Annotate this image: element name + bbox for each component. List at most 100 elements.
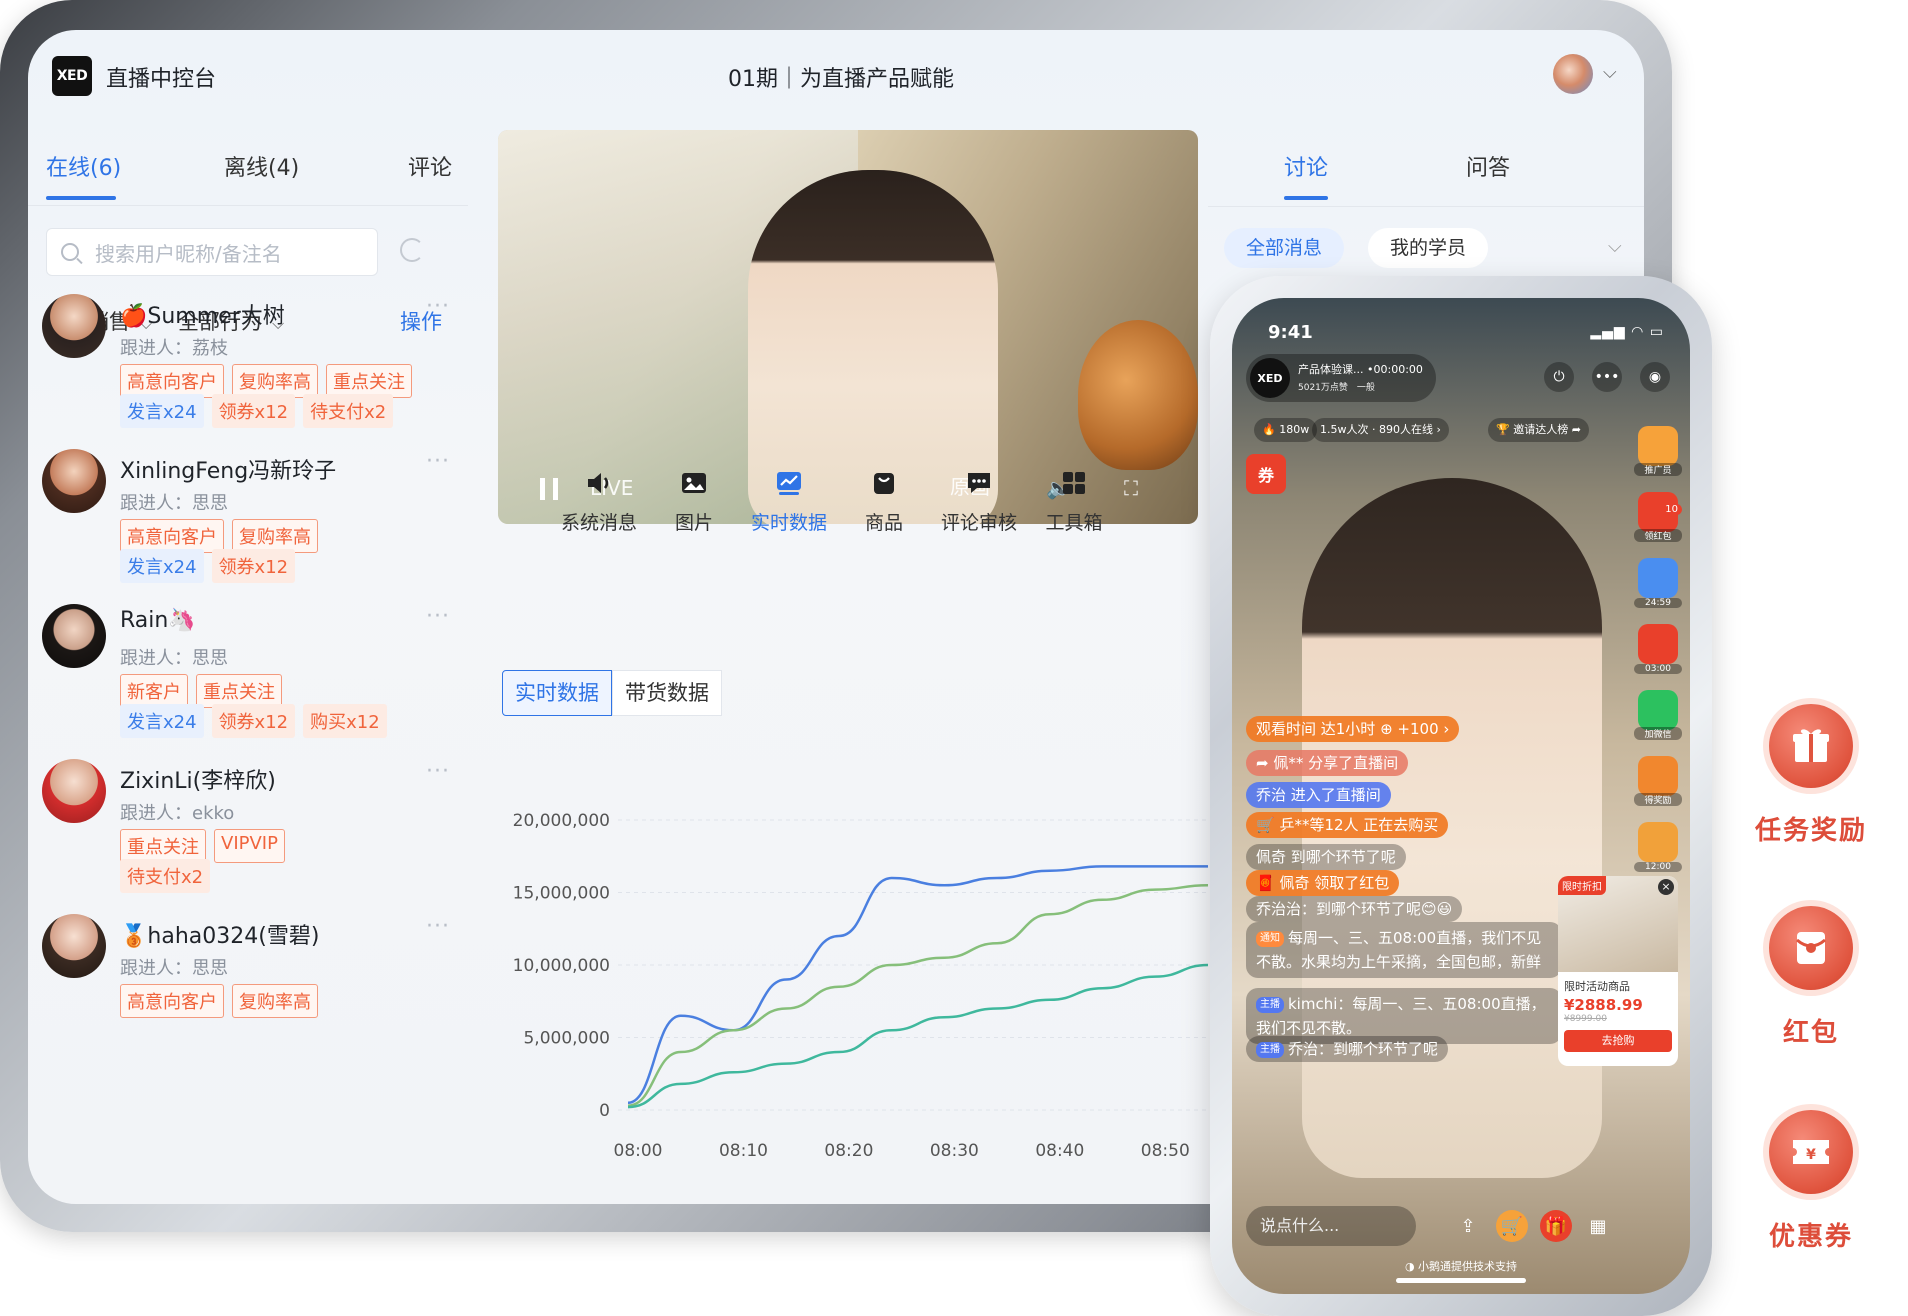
chat-message: 🛒 乒**等12人 正在去购买 <box>1246 812 1449 838</box>
host-timer: •00:00:00 <box>1367 363 1423 376</box>
share-icon[interactable]: ⇪ <box>1452 1210 1484 1242</box>
user-name: Rain🦄 <box>120 608 196 633</box>
side-widget[interactable]: 12:00 <box>1634 822 1682 872</box>
speaker-icon <box>585 470 613 496</box>
tab-discussion[interactable]: 讨论 <box>1284 150 1328 182</box>
user-tag: 领券x12 <box>211 549 296 583</box>
user-name: 🍎Summer大树 <box>120 304 285 329</box>
avatar[interactable] <box>42 449 106 513</box>
more-icon[interactable]: ··· <box>426 294 450 319</box>
close-icon[interactable]: × <box>1658 879 1674 895</box>
x-tick-label: 08:20 <box>824 1141 873 1160</box>
more-icon[interactable]: ··· <box>426 914 450 939</box>
chat-message: ➦ 佩** 分享了直播间 <box>1246 750 1409 776</box>
tool-label: 系统消息 <box>560 512 637 534</box>
avatar[interactable] <box>42 914 106 978</box>
side-widget[interactable]: 24:59 <box>1634 558 1682 608</box>
chevron-down-icon[interactable]: ⌵ <box>1603 62 1617 83</box>
series-line <box>627 884 1209 1107</box>
user-tag: 重点关注 <box>120 829 206 863</box>
invite-label: 邀请达人榜 <box>1513 423 1569 436</box>
avatar[interactable] <box>42 604 106 668</box>
tool-speaker[interactable]: 系统消息 <box>554 470 644 535</box>
side-widget[interactable]: 加微信 <box>1634 690 1682 740</box>
more-icon[interactable]: ··· <box>426 449 450 474</box>
side-widget[interactable]: 得奖励 <box>1634 756 1682 806</box>
fullscreen-icon[interactable]: ⛶ <box>1124 476 1138 500</box>
refresh-icon[interactable] <box>400 238 424 262</box>
segment-sales[interactable]: 带货数据 <box>612 670 722 716</box>
host-chip: 主播 <box>1256 1042 1284 1058</box>
product-tag: 限时折扣 <box>1558 876 1606 895</box>
user-follower: 跟进人：思思 <box>120 493 228 514</box>
user-tag: 复购率高 <box>232 519 318 553</box>
user-name: XinlingFeng冯新玲子 <box>120 459 337 484</box>
search-icon <box>61 243 79 261</box>
search-input[interactable]: 搜索用户昵称/备注名 <box>46 228 378 276</box>
product-price: ¥2888.99 <box>1564 996 1643 1014</box>
tool-label: 评论审核 <box>940 512 1017 534</box>
tool-label: 图片 <box>674 512 713 534</box>
host-name-text: 产品体验课... <box>1298 363 1364 376</box>
pill-all-messages[interactable]: 全部消息 <box>1224 228 1345 268</box>
chevron-down-icon[interactable]: ⌵ <box>1608 236 1622 257</box>
gift-icon[interactable]: 🎁 <box>1540 1210 1572 1242</box>
product-name: 限时活动商品 <box>1564 980 1630 993</box>
feature-coupon: ¥ 优惠券 <box>1736 1110 1886 1253</box>
more-icon[interactable]: ··· <box>426 604 450 629</box>
tool-comment[interactable]: 评论审核 <box>934 470 1024 535</box>
tool-bag[interactable]: 商品 <box>839 470 929 535</box>
view-stat[interactable]: 1.5w人次 · 890人在线 › <box>1312 418 1449 442</box>
cart-icon[interactable]: 🛒 <box>1496 1210 1528 1242</box>
power-icon[interactable]: ⏻ <box>1544 362 1574 392</box>
user-avatar[interactable] <box>1553 54 1593 94</box>
user-tag: 高意向客户 <box>120 519 224 553</box>
live-video[interactable]: LIVE 原画 🔈 ⛶ <box>498 130 1198 524</box>
brand-logo: XED <box>52 56 92 96</box>
product-card[interactable]: 限时折扣 × 限时活动商品 ¥2888.99 ¥8999.00 去抢购 <box>1558 876 1678 1066</box>
tab-offline[interactable]: 离线(4) <box>224 150 299 182</box>
tab-qa[interactable]: 问答 <box>1466 150 1510 182</box>
side-widget[interactable]: 03:00 <box>1634 624 1682 674</box>
segment-realtime[interactable]: 实时数据 <box>502 670 612 716</box>
chart-icon <box>775 470 803 496</box>
tool-grid[interactable]: 工具箱 <box>1029 470 1119 535</box>
tool-image[interactable]: 图片 <box>649 470 739 535</box>
host-card[interactable]: XED 产品体验课... •00:00:00 5021万点赞 一般 <box>1246 354 1436 402</box>
tab-online[interactable]: 在线(6) <box>46 150 121 182</box>
y-tick-label: 0 <box>599 1101 610 1121</box>
pill-my-students[interactable]: 我的学员 <box>1368 228 1489 268</box>
app-title: 直播中控台 <box>106 67 217 92</box>
heat-stat: 🔥 180w <box>1254 418 1318 442</box>
x-tick-label: 08:10 <box>719 1141 768 1160</box>
more-icon[interactable]: ··· <box>426 759 450 784</box>
y-tick-label: 15,000,000 <box>513 884 610 904</box>
avatar[interactable] <box>42 759 106 823</box>
host-likes: 5021万点赞 <box>1298 383 1348 393</box>
x-tick-label: 08:30 <box>930 1141 979 1160</box>
host-logo: XED <box>1250 358 1290 398</box>
phone-frame: 9:41 ▂▄▆ ◠ ▭ XED 产品体验课... •00:00:00 5021… <box>1210 276 1712 1316</box>
tab-underline <box>46 196 116 200</box>
tool-chart[interactable]: 实时数据 <box>744 470 834 535</box>
tab-comments[interactable]: 评论 <box>408 150 452 182</box>
tag-row: 发言x24 领券x12 购买x12 <box>120 704 387 738</box>
host-chip: 主播 <box>1256 997 1284 1013</box>
tag-row: 新客户 重点关注 <box>120 674 282 708</box>
invite-board[interactable]: 🏆 邀请达人榜 ➦ <box>1488 418 1589 442</box>
avatar[interactable] <box>42 294 106 358</box>
side-widget[interactable]: 推广员 <box>1634 426 1682 476</box>
chat-message: 观看时间 达1小时 ⊕ +100 › <box>1246 716 1460 742</box>
record-icon[interactable]: ◉ <box>1640 362 1670 392</box>
user-tag: 发言x24 <box>120 394 204 428</box>
session-title: 01期｜为直播产品赋能 <box>728 67 954 92</box>
home-indicator[interactable] <box>1396 1278 1526 1283</box>
more-icon[interactable]: ••• <box>1592 362 1622 392</box>
host-level: 一般 <box>1356 383 1375 393</box>
grid-icon[interactable]: ▦ <box>1582 1210 1614 1242</box>
coupon-icon[interactable]: 券 <box>1246 454 1286 494</box>
tool-label: 实时数据 <box>750 512 827 534</box>
comment-input[interactable]: 说点什么... <box>1246 1206 1416 1246</box>
buy-button[interactable]: 去抢购 <box>1564 1030 1672 1052</box>
tag-row: 发言x24 领券x12 <box>120 549 296 583</box>
